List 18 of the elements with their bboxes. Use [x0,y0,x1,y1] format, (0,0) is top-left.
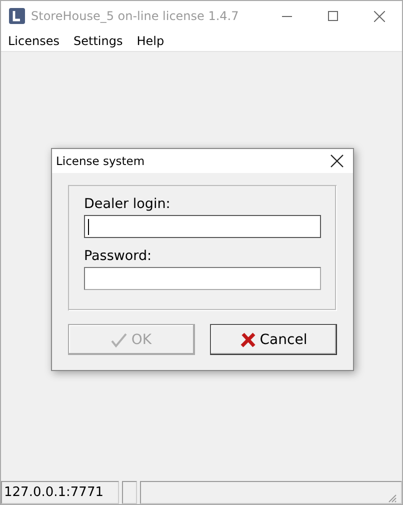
menu-item[interactable]: Help [130,34,172,48]
status-panel [122,481,137,504]
checkmark-icon [111,332,128,348]
resize-grip-icon[interactable] [387,493,397,503]
window-title: StoreHouse_5 on-line license 1.4.7 [31,9,240,23]
app-logo-icon [9,8,25,24]
status-text: 127.0.0.1:7771 [1,481,119,504]
menu-item[interactable]: Settings [66,34,130,48]
cross-icon [240,332,256,348]
cancel-button[interactable]: Cancel [210,324,337,355]
maximize-icon[interactable] [328,11,338,21]
input-field[interactable] [84,215,321,238]
field-label: Password: [84,248,153,264]
field-label: Dealer login: [84,196,172,212]
menu-item[interactable]: Licenses [1,34,66,48]
dialog-title: License system [56,154,146,168]
close-icon[interactable] [330,154,344,168]
input-field[interactable] [84,267,321,290]
